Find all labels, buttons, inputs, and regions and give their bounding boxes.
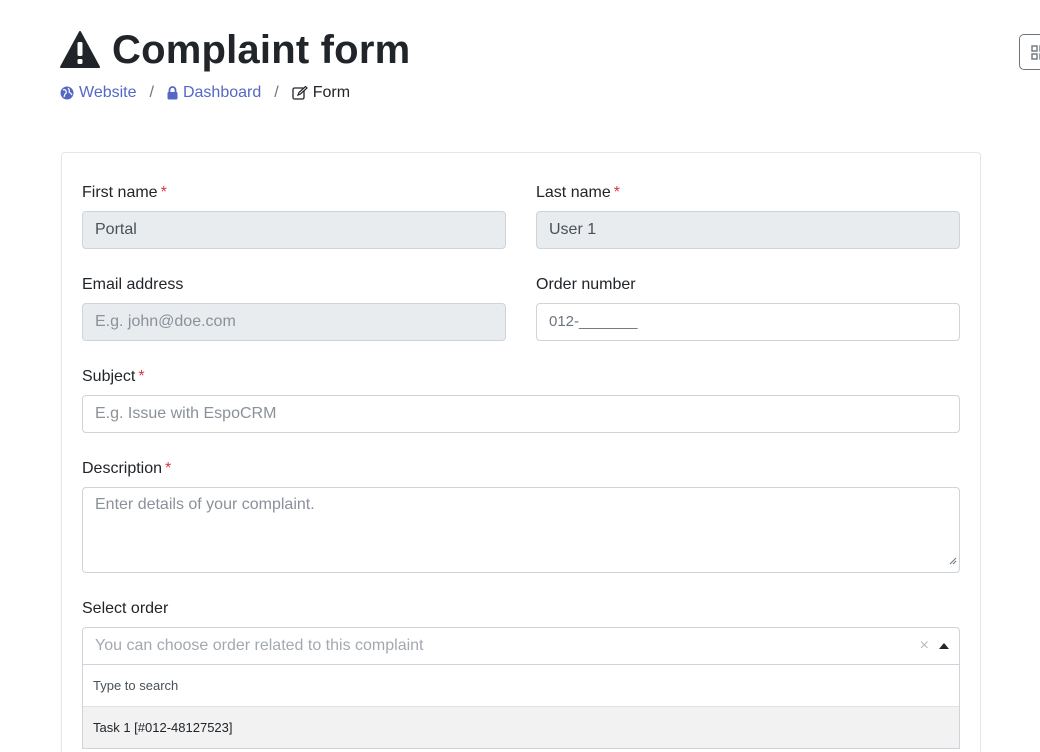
globe-icon [60, 86, 74, 100]
order-option[interactable]: Task 1 [#012-48127523] [83, 707, 959, 748]
first-name-label-row: First name * [82, 182, 167, 204]
description-textarea[interactable]: Enter details of your complaint. [82, 487, 960, 573]
breadcrumb-form-current: Form [292, 84, 350, 102]
breadcrumb-dashboard-label: Dashboard [182, 84, 262, 101]
breadcrumb-website-link[interactable]: Website [60, 84, 137, 102]
required-marker: * [138, 368, 145, 385]
layout-toggle-button[interactable] [1019, 34, 1040, 70]
breadcrumb-website-label: Website [79, 84, 137, 101]
edit-icon [292, 86, 308, 100]
subject-label-row: Subject * [82, 366, 145, 388]
select-order-label-row: Select order [82, 598, 168, 620]
page-title: Complaint form [112, 27, 411, 72]
select-order-label: Select order [82, 600, 169, 617]
subject-label: Subject [82, 368, 136, 385]
breadcrumb: Website / Dashboard / Form [60, 82, 350, 104]
breadcrumb-separator: / [274, 84, 279, 101]
clear-icon[interactable]: × [920, 628, 929, 664]
page: Complaint form Website / Dashboard / For… [0, 0, 1040, 752]
order-number-label-row: Order number [536, 274, 636, 296]
description-placeholder: Enter details of your complaint. [95, 496, 315, 513]
caret-up-icon[interactable] [939, 643, 949, 649]
resize-grip-icon[interactable] [949, 552, 957, 570]
order-number-field[interactable]: 012-_______ [536, 303, 960, 341]
last-name-label: Last name [536, 184, 611, 201]
email-label-row: Email address [82, 274, 183, 296]
breadcrumb-separator: / [149, 84, 154, 101]
first-name-field[interactable]: Portal [82, 211, 506, 249]
lock-icon [167, 86, 178, 100]
order-search-input[interactable]: Type to search [83, 665, 959, 707]
grid-icon [1031, 45, 1040, 60]
email-label: Email address [82, 276, 184, 293]
email-field[interactable]: E.g. john@doe.com [82, 303, 506, 341]
order-select[interactable]: You can choose order related to this com… [82, 627, 960, 665]
last-name-field[interactable]: User 1 [536, 211, 960, 249]
first-name-label: First name [82, 184, 158, 201]
breadcrumb-dashboard-link[interactable]: Dashboard [167, 84, 261, 102]
order-select-placeholder: You can choose order related to this com… [95, 637, 424, 654]
required-marker: * [165, 460, 172, 477]
warning-triangle-icon [60, 30, 100, 70]
last-name-label-row: Last name * [536, 182, 620, 204]
required-marker: * [613, 184, 620, 201]
order-number-label: Order number [536, 276, 636, 293]
page-header: Complaint form [60, 24, 410, 76]
description-label-row: Description * [82, 458, 171, 480]
complaint-form-card: First name * Portal Last name * User 1 Ema… [61, 152, 981, 752]
breadcrumb-form-label: Form [312, 84, 351, 101]
subject-field[interactable]: E.g. Issue with EspoCRM [82, 395, 960, 433]
required-marker: * [160, 184, 167, 201]
description-label: Description [82, 460, 163, 477]
order-dropdown: Type to search Task 1 [#012-48127523] [82, 665, 960, 749]
